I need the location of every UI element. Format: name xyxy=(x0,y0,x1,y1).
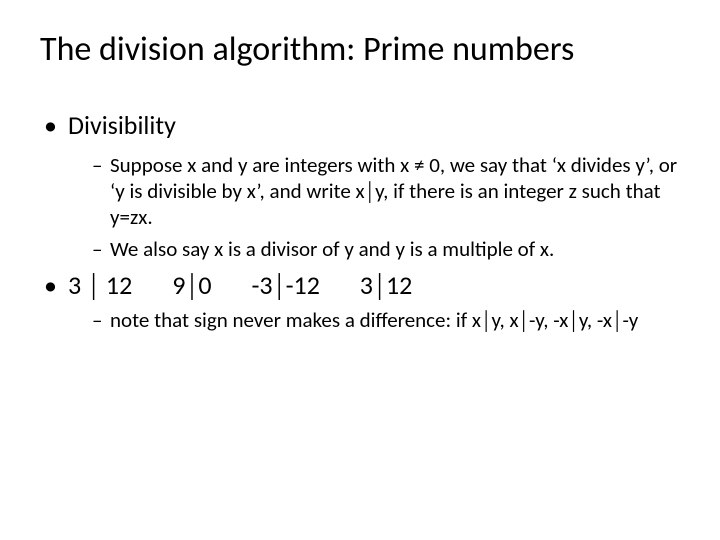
example-2: 9│0 xyxy=(172,269,211,302)
example-4: 3│12 xyxy=(360,269,413,302)
bullet-sign-note: note that sign never makes a difference:… xyxy=(40,307,680,333)
example-3: -3│-12 xyxy=(251,269,319,302)
bullet-examples: 3 │ 12 9│0 -3│-12 3│12 xyxy=(40,269,680,302)
bullet-divisibility: Divisibility xyxy=(40,109,680,142)
example-1: 3 │ 12 xyxy=(68,269,132,302)
slide-title: The division algorithm: Prime numbers xyxy=(40,30,680,69)
bullet-definition: Suppose x and y are integers with x ≠ 0,… xyxy=(40,152,680,231)
slide: The division algorithm: Prime numbers Di… xyxy=(0,0,720,540)
bullet-divisor-multiple: We also say x is a divisor of y and y is… xyxy=(40,236,680,262)
